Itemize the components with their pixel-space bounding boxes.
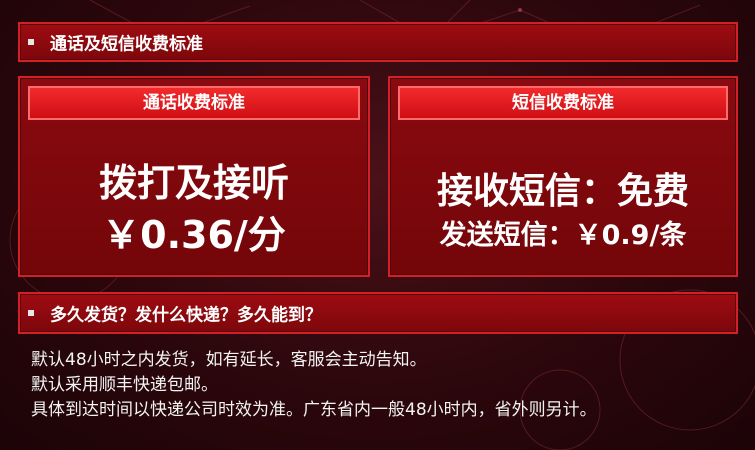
sms-panel-receive: 接收短信：免费 xyxy=(436,171,689,212)
call-panel-heading: 通话收费标准 xyxy=(28,86,360,120)
shipping-bar: 多久发货？发什么快递？多久能到？ xyxy=(18,292,738,334)
shipping-info-line: 默认48小时之内发货，如有延长，客服会主动告知。 xyxy=(31,350,427,370)
shipping-info-line: 默认采用顺丰快递包邮。 xyxy=(31,375,218,395)
call-panel-price: ￥0.36/分 xyxy=(102,213,286,257)
header-bar: 通话及短信收费标准 xyxy=(18,22,738,62)
sms-panel-send: 发送短信：￥0.9/条 xyxy=(439,220,687,251)
header-title: 通话及短信收费标准 xyxy=(50,34,203,55)
shipping-title: 多久发货？发什么快递？多久能到？ xyxy=(50,305,322,326)
shipping-info-line: 具体到达时间以快递公司时效为准。广东省内一般48小时内，省外则另计。 xyxy=(31,400,597,420)
call-panel-line1: 拨打及接听 xyxy=(98,161,289,205)
sms-charge-panel: 短信收费标准 接收短信：免费 发送短信：￥0.9/条 xyxy=(388,76,738,277)
sms-panel-heading: 短信收费标准 xyxy=(398,86,728,120)
call-charge-panel: 通话收费标准 拨打及接听 ￥0.36/分 xyxy=(18,76,370,277)
bullet-icon xyxy=(28,39,34,45)
bullet-icon xyxy=(28,310,34,316)
